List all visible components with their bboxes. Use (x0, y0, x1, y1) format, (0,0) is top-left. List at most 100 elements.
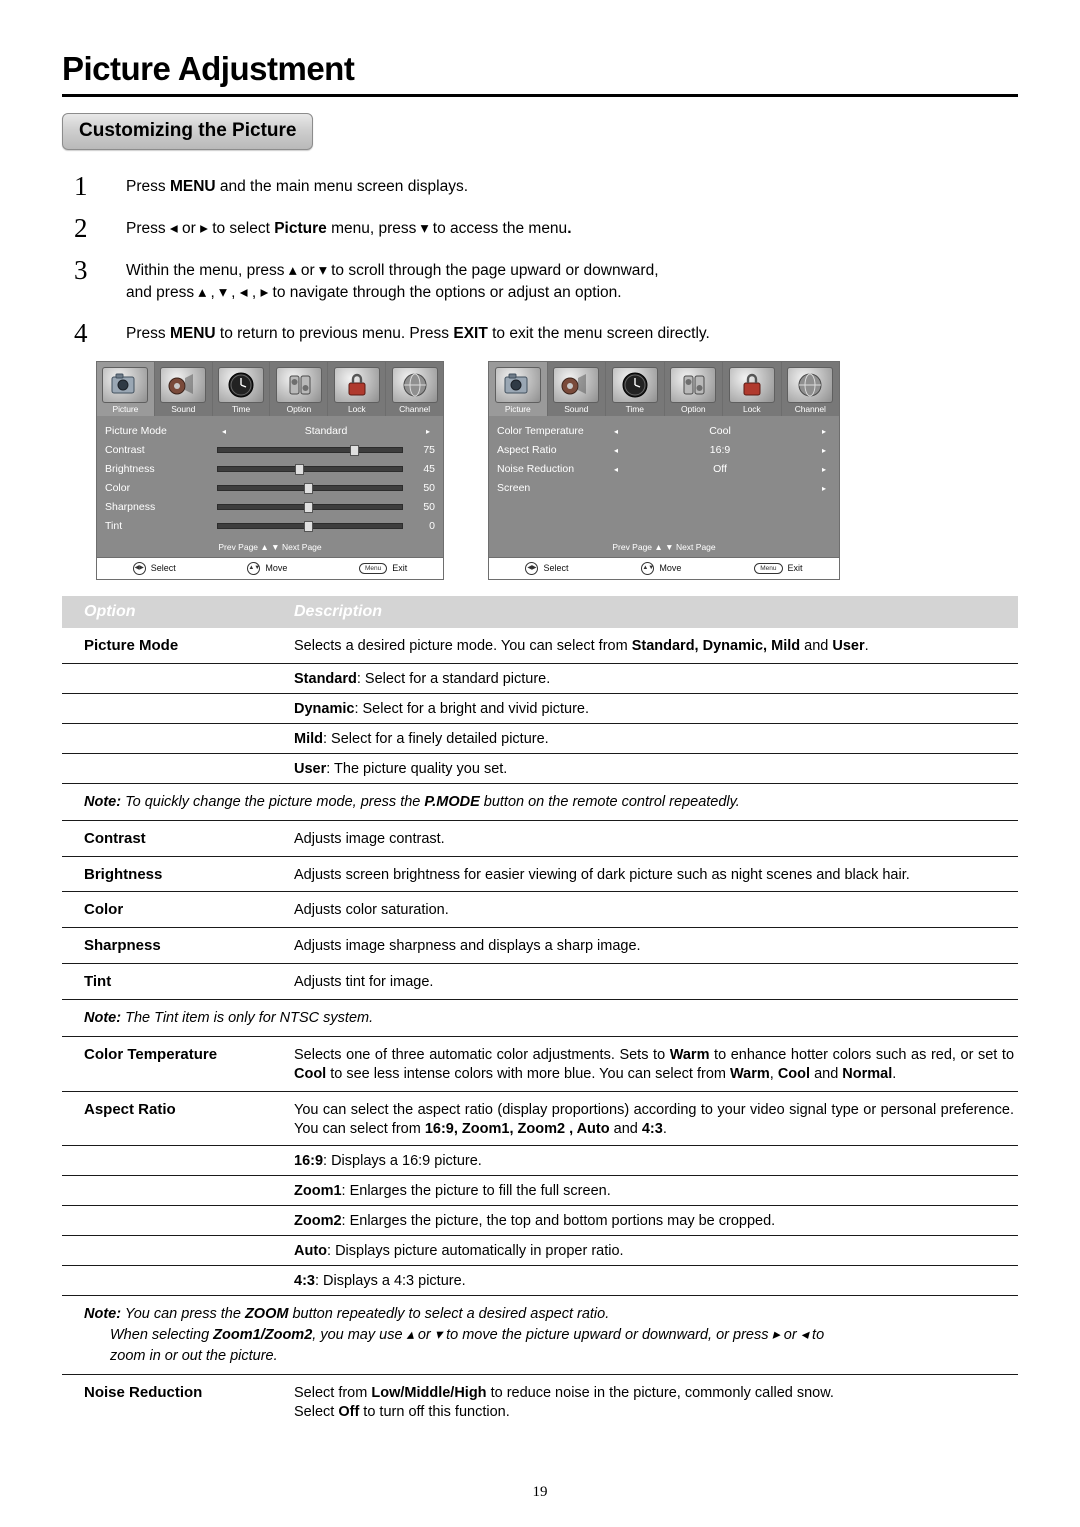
left-right-keys-icon: ◀▶ (132, 561, 146, 575)
right-arrow-icon[interactable]: ▸ (421, 427, 435, 436)
osd-row-value: 50 (423, 501, 435, 514)
osd-row-noise-reduction[interactable]: Noise Reduction ◂ Off ▸ (489, 460, 839, 479)
option-description: Adjusts color saturation. (284, 891, 1018, 929)
option-sub-description: Auto: Displays picture automatically in … (284, 1235, 1018, 1267)
osd-row-color-temperature[interactable]: Color Temperature ◂ Cool ▸ (489, 422, 839, 441)
option-description: Select from Low/Middle/High to reduce no… (294, 1385, 834, 1421)
table-subrow: Zoom1: Enlarges the picture to fill the … (62, 1175, 1018, 1207)
option-sub-description: Zoom2: Enlarges the picture, the top and… (284, 1205, 1018, 1237)
left-arrow-icon[interactable]: ◂ (609, 465, 623, 474)
table-row: Contrast Adjusts image contrast. (62, 820, 1018, 857)
footer-exit[interactable]: Menu Exit (358, 562, 407, 574)
osd-row-value: 16:9 (709, 444, 731, 457)
osd-right-items: Color Temperature ◂ Cool ▸ Aspect Ratio … (489, 416, 839, 538)
osd-tab-option[interactable]: Option (665, 361, 723, 416)
picture-icon (102, 366, 149, 403)
osd-tab-picture[interactable]: Picture (97, 361, 155, 416)
table-row: Noise Reduction Select from Low/Middle/H… (62, 1375, 1018, 1429)
brightness-slider[interactable] (217, 464, 403, 476)
color-slider[interactable] (217, 483, 403, 495)
right-arrow-icon[interactable]: ▸ (817, 446, 831, 455)
step-item: 4 Press MENU to return to previous menu.… (74, 319, 1018, 347)
osd-pager: Prev Page ▲ ▼ Next Page (612, 541, 716, 552)
footer-exit-label: Exit (787, 563, 803, 574)
clock-icon (218, 366, 265, 403)
section-header: Customizing the Picture (62, 113, 314, 150)
osd-row-screen[interactable]: Screen ◂ ▸ (489, 479, 839, 498)
table-note-row: Note: The Tint item is only for NTSC sys… (62, 999, 1018, 1038)
document-page: Picture Adjustment Customizing the Pictu… (0, 0, 1080, 1527)
sound-icon (553, 366, 600, 403)
osd-pager: Prev Page ▲ ▼ Next Page (218, 541, 322, 552)
osd-tab-time[interactable]: Time (213, 361, 271, 416)
option-name: Contrast (62, 820, 284, 857)
osd-tab-lock[interactable]: Lock (328, 361, 387, 416)
osd-row-aspect-ratio[interactable]: Aspect Ratio ◂ 16:9 ▸ (489, 441, 839, 460)
osd-tab-label: Picture (504, 403, 531, 414)
option-name: Aspect Ratio (62, 1091, 284, 1147)
note-text: Note: To quickly change the picture mode… (62, 783, 1018, 821)
osd-tab-label: Option (286, 403, 312, 414)
step-item: 2 Press ◂ or ▸ to select Picture menu, p… (74, 214, 1018, 242)
sharpness-slider[interactable] (217, 502, 403, 514)
osd-row-contrast[interactable]: Contrast 75 (97, 441, 443, 460)
osd-row-label: Sharpness (105, 501, 156, 514)
header-option: Option (62, 595, 284, 628)
osd-row-value: 45 (423, 463, 435, 476)
osd-row-brightness[interactable]: Brightness 45 (97, 460, 443, 479)
osd-tab-label: Time (625, 403, 644, 414)
table-note-row: Note: You can press the ZOOM button repe… (62, 1295, 1018, 1376)
osd-tab-channel[interactable]: Channel (386, 362, 443, 416)
table-subrow: 4:3: Displays a 4:3 picture. (62, 1265, 1018, 1297)
footer-select-label: Select (150, 563, 176, 574)
option-sub-description: Dynamic: Select for a bright and vivid p… (284, 693, 1018, 724)
page-number: 19 (532, 1484, 548, 1500)
step-text: Press ◂ or ▸ to select Picture menu, pre… (126, 220, 572, 237)
osd-row-label: Picture Mode (105, 425, 167, 438)
channel-icon (787, 366, 834, 403)
osd-row-value: Standard (304, 425, 348, 438)
osd-tab-time[interactable]: Time (606, 361, 665, 416)
tint-slider[interactable] (217, 521, 403, 533)
osd-tab-label: Lock (347, 403, 366, 414)
picture-icon (494, 366, 541, 403)
osd-tab-sound[interactable]: Sound (155, 361, 213, 416)
osd-tab-option[interactable]: Option (270, 361, 329, 416)
osd-row-sharpness[interactable]: Sharpness 50 (97, 498, 443, 517)
osd-tab-channel[interactable]: Channel (782, 362, 840, 416)
right-arrow-icon[interactable]: ▸ (817, 484, 831, 493)
footer-select[interactable]: ◀▶ Select (525, 561, 568, 575)
footer-exit[interactable]: Menu Exit (754, 562, 803, 574)
footer-move-label: Move (659, 563, 682, 574)
osd-tab-sound[interactable]: Sound (548, 361, 606, 416)
osd-row-picture-mode[interactable]: Picture Mode ◂ Standard ▸ (97, 422, 443, 441)
contrast-slider[interactable] (217, 445, 403, 457)
table-note-row: Note: To quickly change the picture mode… (62, 783, 1018, 821)
osd-row-label: Brightness (105, 463, 155, 476)
section-header-wrap: Customizing the Picture (62, 113, 1018, 150)
right-arrow-icon[interactable]: ▸ (817, 427, 831, 436)
option-sub-description: 16:9: Displays a 16:9 picture. (284, 1145, 1018, 1177)
osd-tab-label: Lock (742, 403, 761, 414)
footer-move[interactable]: ▲▼ Move (641, 561, 682, 575)
table-row: Brightness Adjusts screen brightness for… (62, 856, 1018, 893)
osd-tab-label: Sound (564, 403, 589, 414)
table-subrow: 16:9: Displays a 16:9 picture. (62, 1145, 1018, 1177)
left-arrow-icon[interactable]: ◂ (217, 427, 231, 436)
osd-row-value: 75 (423, 444, 435, 457)
steps-list: 1 Press MENU and the main menu screen di… (74, 172, 1018, 347)
table-subrow: User: The picture quality you set. (62, 753, 1018, 784)
left-arrow-icon[interactable]: ◂ (609, 427, 623, 436)
osd-row-color[interactable]: Color 50 (97, 479, 443, 498)
step-number: 3 (74, 255, 88, 285)
footer-select[interactable]: ◀▶ Select (132, 561, 176, 575)
right-arrow-icon[interactable]: ▸ (817, 465, 831, 474)
osd-tab-picture[interactable]: Picture (489, 361, 548, 416)
osd-row-tint[interactable]: Tint 0 (97, 517, 443, 536)
osd-row-label: Tint (105, 520, 123, 533)
left-arrow-icon[interactable]: ◂ (609, 446, 623, 455)
osd-footer: ◀▶ Select ▲▼ Move Menu Exit (489, 556, 839, 579)
footer-move[interactable]: ▲▼ Move (247, 561, 287, 575)
table-subrow: Standard: Select for a standard picture. (62, 663, 1018, 694)
osd-tab-lock[interactable]: Lock (723, 361, 782, 416)
